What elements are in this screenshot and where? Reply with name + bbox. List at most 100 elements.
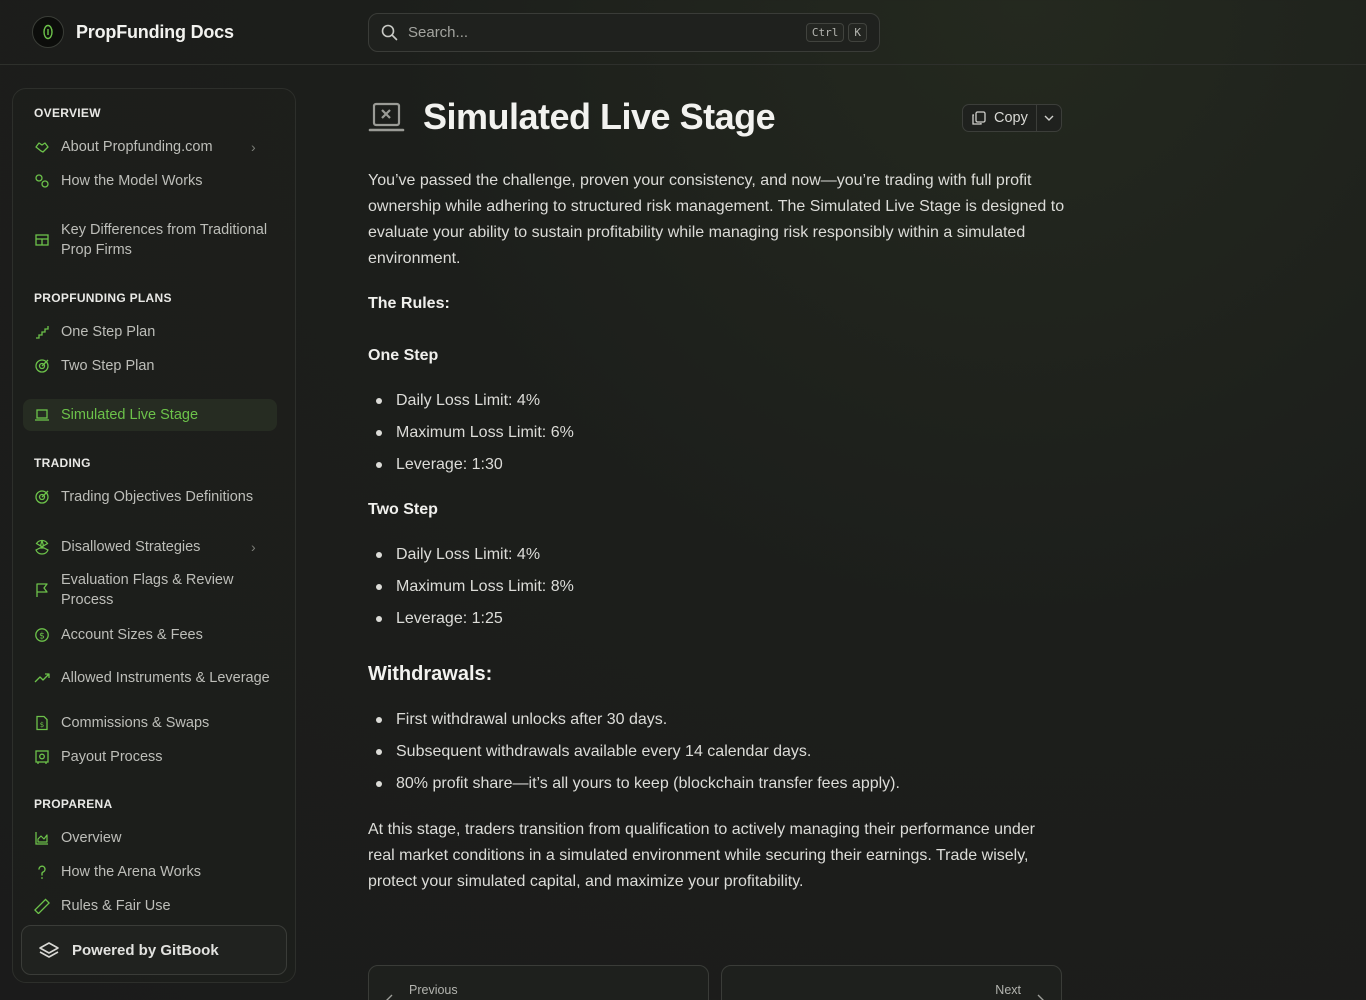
sidebar-item-label: Allowed Instruments & Leverage bbox=[61, 670, 270, 686]
copy-dropdown-button[interactable] bbox=[1037, 112, 1061, 124]
sidebar-item-label: Payout Process bbox=[61, 749, 163, 765]
two-step-heading: Two Step bbox=[368, 501, 438, 518]
sidebar-item-rules-fair-use[interactable]: Rules & Fair Use bbox=[23, 894, 277, 918]
invoice-icon: $ bbox=[33, 714, 51, 732]
target-icon bbox=[33, 357, 51, 375]
chevron-right-icon[interactable]: › bbox=[251, 137, 265, 157]
chevron-right-icon bbox=[1037, 994, 1044, 1000]
copy-label: Copy bbox=[994, 110, 1028, 126]
outro-paragraph-wrap: At this stage, traders transition from q… bbox=[368, 817, 1068, 895]
sidebar-item-key-differences[interactable]: Key Differences from Traditional Prop Fi… bbox=[23, 219, 277, 261]
sidebar-item-payout-process[interactable]: Payout Process bbox=[23, 745, 277, 769]
sidebar-item-two-step-plan[interactable]: Two Step Plan bbox=[23, 354, 277, 378]
next-label: Next bbox=[995, 983, 1021, 997]
list-item-text: Maximum Loss Limit: 6% bbox=[396, 424, 574, 441]
sidebar-item-allowed-instruments[interactable]: Allowed Instruments & Leverage bbox=[23, 657, 277, 699]
chevron-right-icon[interactable]: › bbox=[251, 537, 265, 557]
site-logo-link[interactable]: PropFunding Docs bbox=[32, 16, 234, 48]
sidebar-item-label: One Step Plan bbox=[61, 324, 156, 340]
sidebar-item-label: Two Step Plan bbox=[61, 358, 155, 374]
chevron-down-icon bbox=[1044, 115, 1054, 121]
list-item: Daily Loss Limit: 4% bbox=[376, 546, 540, 564]
bullet-dot bbox=[376, 749, 382, 755]
previous-label: Previous bbox=[409, 983, 458, 997]
bullet-dot bbox=[376, 781, 382, 787]
page-title: Simulated Live Stage bbox=[423, 96, 776, 137]
stairs-icon bbox=[33, 323, 51, 341]
list-item-text: Leverage: 1:25 bbox=[396, 610, 503, 627]
list-item: Maximum Loss Limit: 6% bbox=[376, 424, 574, 442]
search-input[interactable]: Search... Ctrl K bbox=[368, 13, 880, 52]
chevron-left-icon bbox=[386, 994, 393, 1000]
list-item-text: 80% profit share—it’s all yours to keep … bbox=[396, 775, 900, 792]
list-item: Leverage: 1:25 bbox=[376, 610, 503, 628]
svg-text:$: $ bbox=[39, 632, 45, 642]
copy-button-group: Copy bbox=[962, 104, 1062, 132]
bullet-dot bbox=[376, 717, 382, 723]
sidebar-item-how-model-works[interactable]: How the Model Works bbox=[23, 169, 277, 193]
kbd-k: K bbox=[848, 23, 867, 42]
top-header: PropFunding Docs Search... Ctrl K bbox=[0, 0, 1366, 65]
target-icon bbox=[33, 488, 51, 506]
laptop-code-icon bbox=[368, 100, 405, 136]
sidebar-item-label: Simulated Live Stage bbox=[61, 407, 199, 423]
powered-by-label: Powered by GitBook bbox=[72, 941, 219, 959]
bullet-dot bbox=[376, 584, 382, 590]
gears-icon bbox=[33, 172, 51, 190]
sidebar-item-one-step-plan[interactable]: One Step Plan bbox=[23, 320, 277, 344]
sidebar-item-label: Disallowed Strategies bbox=[61, 539, 201, 555]
one-step-heading: One Step bbox=[368, 347, 439, 364]
list-item: First withdrawal unlocks after 30 days. bbox=[376, 711, 667, 729]
sidebar-item-trading-objectives[interactable]: Trading Objectives Definitions bbox=[23, 485, 277, 509]
list-item: Leverage: 1:30 bbox=[376, 456, 503, 474]
bullet-dot bbox=[376, 398, 382, 404]
sidebar-item-simulated-live-stage[interactable]: Simulated Live Stage bbox=[23, 399, 277, 431]
list-item: Subsequent withdrawals available every 1… bbox=[376, 743, 811, 761]
sidebar-item-label: How the Model Works bbox=[61, 173, 203, 189]
sidebar-item-label: Overview bbox=[61, 830, 122, 846]
chart-area-icon bbox=[33, 829, 51, 847]
radiation-icon bbox=[33, 538, 51, 556]
sidebar-section-trading: TRADING bbox=[34, 456, 91, 470]
sidebar-item-proparena-overview[interactable]: Overview bbox=[23, 826, 277, 850]
search-placeholder: Search... bbox=[408, 24, 469, 41]
list-item: Daily Loss Limit: 4% bbox=[376, 392, 540, 410]
bullet-dot bbox=[376, 616, 382, 622]
sidebar-item-about[interactable]: About Propfunding.com › bbox=[23, 135, 277, 159]
logo-icon bbox=[32, 16, 64, 48]
list-item-text: Maximum Loss Limit: 8% bbox=[396, 578, 574, 595]
list-item-text: Leverage: 1:30 bbox=[396, 456, 503, 473]
sidebar-item-account-sizes[interactable]: $ Account Sizes & Fees bbox=[23, 623, 277, 647]
previous-page-card[interactable]: Previous bbox=[368, 965, 709, 1000]
copy-button[interactable]: Copy bbox=[963, 105, 1037, 131]
search-shortcut: Ctrl K bbox=[805, 23, 867, 42]
next-page-card[interactable]: Next bbox=[721, 965, 1062, 1000]
bullet-dot bbox=[376, 552, 382, 558]
question-icon bbox=[33, 863, 51, 881]
site-title: PropFunding Docs bbox=[76, 21, 234, 42]
list-item: Maximum Loss Limit: 8% bbox=[376, 578, 574, 596]
bullet-dot bbox=[376, 462, 382, 468]
sidebar-item-label: Evaluation Flags & Review Process bbox=[61, 572, 234, 608]
sidebar-item-label: Commissions & Swaps bbox=[61, 715, 210, 731]
ruler-icon bbox=[33, 897, 51, 915]
sidebar-section-proparena: PROPARENA bbox=[34, 797, 113, 811]
sidebar-item-disallowed-strategies[interactable]: Disallowed Strategies › bbox=[23, 535, 277, 559]
gitbook-icon bbox=[39, 942, 59, 958]
sidebar-item-label: Trading Objectives Definitions bbox=[61, 489, 254, 505]
sidebar: OVERVIEW About Propfunding.com › How the… bbox=[12, 88, 296, 983]
withdrawals-heading: Withdrawals: bbox=[368, 663, 493, 685]
sidebar-item-how-arena-works[interactable]: How the Arena Works bbox=[23, 860, 277, 884]
vault-icon bbox=[33, 748, 51, 766]
kbd-ctrl: Ctrl bbox=[805, 23, 845, 42]
sidebar-item-label: About Propfunding.com bbox=[61, 139, 213, 155]
powered-by-gitbook-link[interactable]: Powered by GitBook bbox=[21, 925, 287, 975]
copy-icon bbox=[972, 111, 986, 125]
list-item-text: First withdrawal unlocks after 30 days. bbox=[396, 711, 668, 728]
sidebar-section-overview: OVERVIEW bbox=[34, 106, 101, 120]
table-icon bbox=[33, 231, 51, 249]
trend-up-icon bbox=[33, 669, 51, 687]
sidebar-item-evaluation-flags[interactable]: Evaluation Flags & Review Process bbox=[23, 569, 277, 611]
intro-paragraph: You’ve passed the challenge, proven your… bbox=[368, 172, 1065, 267]
sidebar-item-commissions[interactable]: $ Commissions & Swaps bbox=[23, 711, 277, 735]
